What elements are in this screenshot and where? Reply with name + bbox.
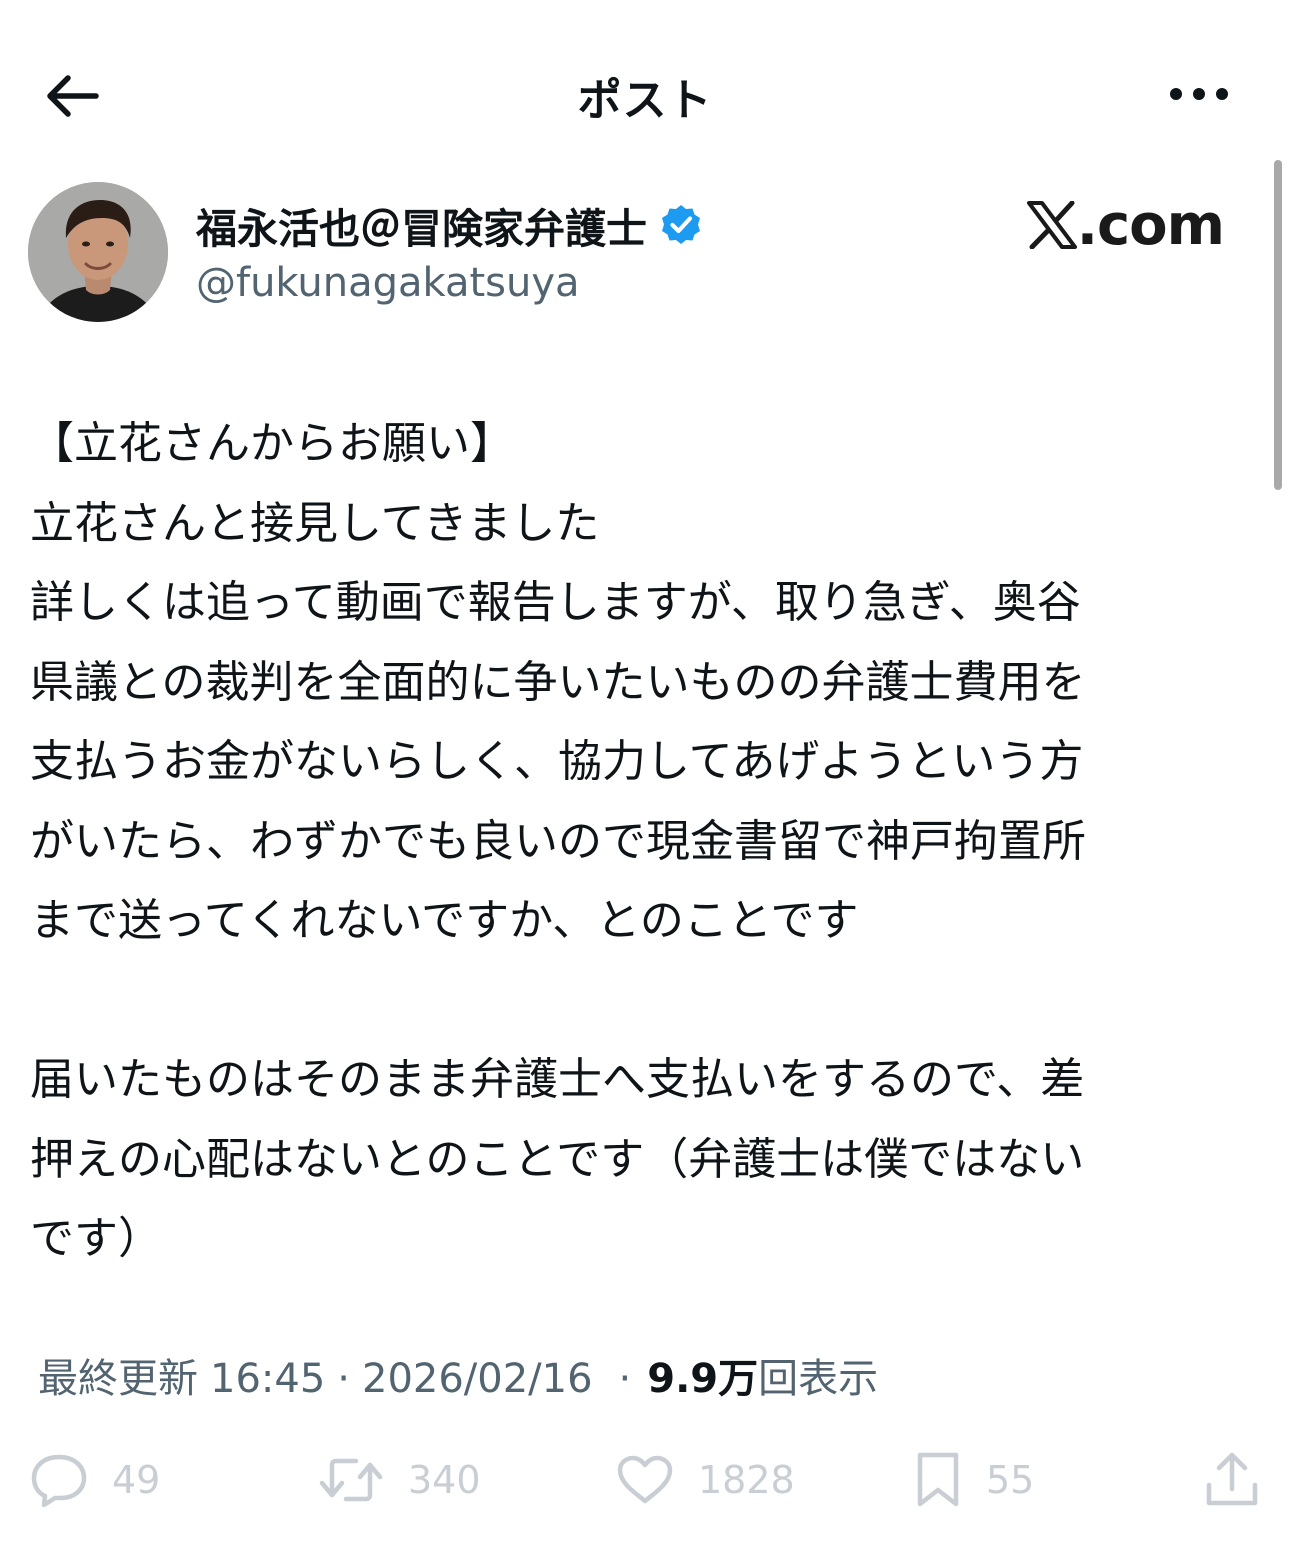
more-horizontal-icon [1170, 88, 1228, 100]
x-com-watermark: .com [1026, 192, 1225, 258]
post-time: 16:45 [210, 1356, 326, 1402]
scrollbar[interactable] [1274, 160, 1282, 490]
more-options-button[interactable] [1164, 74, 1234, 114]
share-button[interactable] [1204, 1440, 1260, 1520]
watermark-text: .com [1076, 192, 1225, 258]
action-bar: 49 340 1828 55 [0, 1440, 1290, 1520]
bookmark-button[interactable]: 55 [914, 1440, 1034, 1520]
post-date: 2026/02/16 [362, 1356, 593, 1402]
views-count[interactable]: 9.9万 [647, 1346, 758, 1404]
like-button[interactable]: 1828 [616, 1440, 795, 1520]
repost-arrows-icon [319, 1458, 383, 1502]
page-title: ポスト [577, 75, 713, 126]
post-text-line: 【立花さんからお願い】 [30, 418, 514, 469]
post-text-line: まで送ってくれないですか、とのことです [30, 895, 859, 946]
post-text-line: がいたら、わずかでも良いので現金書留で神戸拘置所 [30, 815, 1086, 867]
post-text-line: 県議との裁判を全面的に争いたいものの弁護士費用を [30, 656, 1086, 708]
post-text-line: 支払うお金がないらしく、協力してあげようという方 [30, 736, 1084, 787]
author-handle[interactable]: @fukunagakatsuya [196, 260, 580, 306]
like-count: 1828 [698, 1458, 795, 1502]
post-metadata: 最終更新 16:45 · 2026/02/16 · 9.9万 回表示 [38, 1346, 878, 1404]
post-text-line: 立花さんと接見してきました [30, 497, 600, 549]
post-detail-screen: ポスト 福永活也＠冒険家弁護士 @fukunagakatsuya .com 【立… [0, 0, 1290, 1553]
reply-button[interactable]: 49 [30, 1440, 160, 1520]
reply-count: 49 [112, 1458, 161, 1502]
bookmark-icon [917, 1452, 959, 1507]
post-text: 【立花さんからお願い】立花さんと接見してきました詳しくは追って動画で報告しますが… [30, 404, 1260, 1279]
post-text-line: 届いたものはそのまま弁護士へ支払いをするので、差 [30, 1054, 1085, 1105]
views-label[interactable]: 回表示 [758, 1346, 878, 1404]
meta-separator: · [618, 1356, 632, 1402]
post-text-line: です） [30, 1213, 162, 1264]
avatar-photo [28, 182, 168, 322]
bookmark-count: 55 [986, 1458, 1035, 1502]
author-name[interactable]: 福永活也＠冒険家弁護士 [196, 195, 647, 255]
verified-badge-icon[interactable] [659, 203, 703, 247]
repost-button[interactable]: 340 [318, 1440, 481, 1520]
share-upload-icon [1206, 1452, 1258, 1506]
updated-label: 最終更新 [38, 1356, 198, 1402]
meta-separator: · [337, 1356, 350, 1402]
heart-icon [617, 1455, 673, 1504]
avatar[interactable] [28, 182, 168, 322]
speech-bubble-icon [31, 1454, 87, 1507]
x-logo-icon [1026, 201, 1077, 249]
post-text-line: 詳しくは追って動画で報告しますが、取り急ぎ、奥谷 [30, 577, 1081, 628]
author-name-row[interactable]: 福永活也＠冒険家弁護士 [196, 195, 703, 255]
top-navigation-bar: ポスト [0, 0, 1290, 190]
repost-count: 340 [408, 1458, 481, 1502]
post-text-line: 押えの心配はないとのことです（弁護士は僕ではない [30, 1133, 1085, 1185]
